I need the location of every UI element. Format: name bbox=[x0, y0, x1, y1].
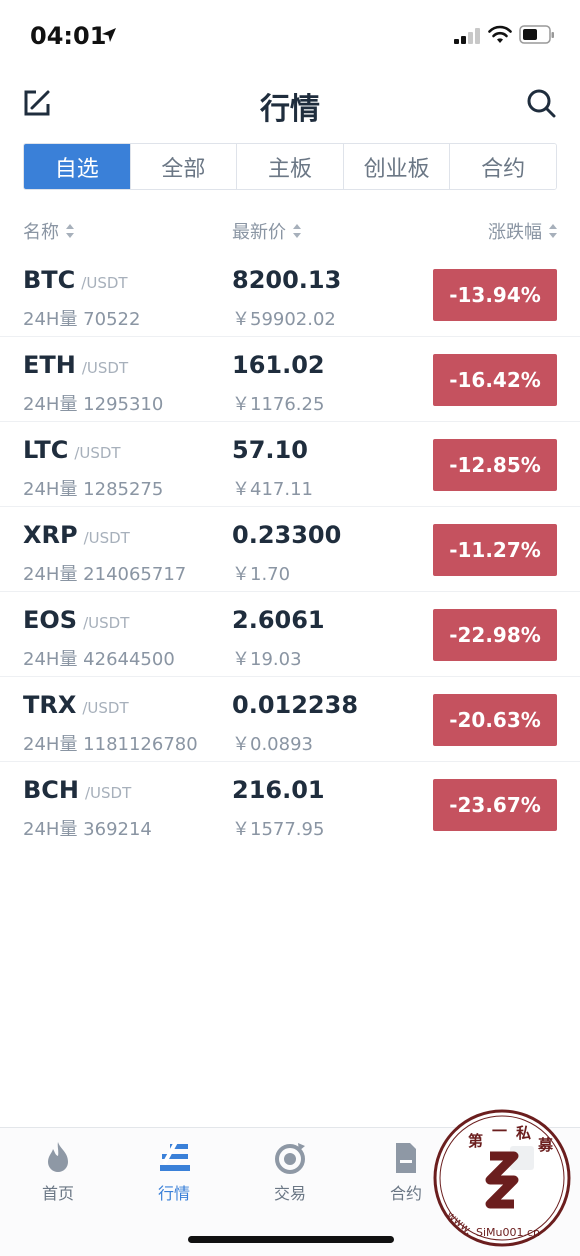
row-change-badge: -22.98% bbox=[433, 609, 557, 661]
sort-icon bbox=[293, 224, 301, 238]
market-row-ltc[interactable]: LTC/USDT 24H量 1285275 57.10 ￥417.11 -12.… bbox=[0, 422, 580, 507]
row-cny-price: ￥1176.25 bbox=[232, 394, 325, 415]
row-cny-price: ￥59902.02 bbox=[232, 309, 336, 330]
row-cny-price: ￥0.0893 bbox=[232, 734, 313, 755]
row-cny-price: ￥19.03 bbox=[232, 649, 302, 670]
row-change-badge: -23.67% bbox=[433, 779, 557, 831]
row-cny-price: ￥417.11 bbox=[232, 479, 313, 500]
status-bar: 04:01 bbox=[0, 0, 580, 70]
row-price: 0.012238 bbox=[232, 691, 359, 719]
market-row-eth[interactable]: ETH/USDT 24H量 1295310 161.02 ￥1176.25 -1… bbox=[0, 337, 580, 422]
row-volume: 24H量 369214 bbox=[23, 819, 152, 840]
row-price: 0.23300 bbox=[232, 521, 342, 549]
tab-contracts[interactable]: 合约 bbox=[449, 144, 556, 189]
row-volume: 24H量 42644500 bbox=[23, 649, 175, 670]
search-icon[interactable] bbox=[526, 88, 556, 118]
battery-icon bbox=[519, 25, 554, 44]
row-symbol: BCH/USDT bbox=[23, 776, 132, 804]
row-cny-price: ￥1.70 bbox=[232, 564, 291, 585]
nav-header: 行情 bbox=[0, 72, 580, 136]
tab-growth-board[interactable]: 创业板 bbox=[342, 144, 450, 189]
sort-by-name[interactable]: 名称 bbox=[23, 218, 75, 244]
row-volume: 24H量 214065717 bbox=[23, 564, 187, 585]
row-price: 8200.13 bbox=[232, 266, 342, 294]
flame-icon bbox=[48, 1142, 68, 1172]
page-title: 行情 bbox=[260, 92, 320, 127]
row-change-badge: -11.27% bbox=[433, 524, 557, 576]
nav-trade[interactable]: 交易 bbox=[232, 1128, 348, 1228]
row-symbol: ETH/USDT bbox=[23, 351, 129, 379]
market-row-eos[interactable]: EOS/USDT 24H量 42644500 2.6061 ￥19.03 -22… bbox=[0, 592, 580, 677]
contract-icon bbox=[396, 1143, 416, 1173]
row-quote-currency: /USDT bbox=[82, 699, 129, 717]
row-change-badge: -12.85% bbox=[433, 439, 557, 491]
svg-text:SiMu001.cn: SiMu001.cn bbox=[476, 1226, 540, 1239]
nav-market-label: 行情 bbox=[157, 1184, 190, 1203]
row-quote-currency: /USDT bbox=[74, 444, 121, 462]
svg-text:私: 私 bbox=[515, 1124, 531, 1142]
row-price: 2.6061 bbox=[232, 606, 325, 634]
row-quote-currency: /USDT bbox=[81, 274, 128, 292]
sort-by-price[interactable]: 最新价 bbox=[232, 218, 302, 244]
row-change-badge: -13.94% bbox=[433, 269, 557, 321]
column-change-label: 涨跌幅 bbox=[488, 222, 542, 243]
row-change-badge: -16.42% bbox=[433, 354, 557, 406]
svg-text:第: 第 bbox=[468, 1132, 483, 1150]
column-name-label: 名称 bbox=[23, 222, 59, 243]
tab-favorites[interactable]: 自选 bbox=[24, 144, 130, 189]
wifi-icon bbox=[488, 25, 512, 43]
market-tabs: 自选 全部 主板 创业板 合约 bbox=[23, 143, 557, 190]
market-row-btc[interactable]: BTC/USDT 24H量 70522 8200.13 ￥59902.02 -1… bbox=[0, 252, 580, 337]
row-volume: 24H量 1181126780 bbox=[23, 734, 198, 755]
row-volume: 24H量 1285275 bbox=[23, 479, 164, 500]
column-price-label: 最新价 bbox=[232, 222, 286, 243]
row-symbol: TRX/USDT bbox=[23, 691, 129, 719]
sort-icon bbox=[549, 224, 557, 238]
row-volume: 24H量 1295310 bbox=[23, 394, 164, 415]
column-headers: 名称 最新价 涨跌幅 bbox=[0, 218, 580, 248]
market-row-bch[interactable]: BCH/USDT 24H量 369214 216.01 ￥1577.95 -23… bbox=[0, 762, 580, 847]
row-volume: 24H量 70522 bbox=[23, 309, 141, 330]
svg-text:募: 募 bbox=[537, 1136, 554, 1154]
market-row-trx[interactable]: TRX/USDT 24H量 1181126780 0.012238 ￥0.089… bbox=[0, 677, 580, 762]
row-symbol: BTC/USDT bbox=[23, 266, 128, 294]
row-change-badge: -20.63% bbox=[433, 694, 557, 746]
row-quote-currency: /USDT bbox=[83, 529, 130, 547]
market-list: BTC/USDT 24H量 70522 8200.13 ￥59902.02 -1… bbox=[0, 252, 580, 847]
exchange-icon bbox=[275, 1143, 305, 1174]
nav-market[interactable]: 行情 bbox=[116, 1128, 232, 1228]
chart-icon bbox=[160, 1141, 190, 1171]
home-indicator[interactable] bbox=[188, 1236, 394, 1243]
sort-by-change[interactable]: 涨跌幅 bbox=[488, 218, 558, 244]
row-symbol: LTC/USDT bbox=[23, 436, 121, 464]
row-price: 161.02 bbox=[232, 351, 325, 379]
row-quote-currency: /USDT bbox=[83, 614, 130, 632]
nav-home[interactable]: 首页 bbox=[0, 1128, 116, 1228]
row-symbol: EOS/USDT bbox=[23, 606, 130, 634]
tab-main-board[interactable]: 主板 bbox=[236, 144, 343, 189]
watermark-seal-logo: 第 一 私 募 www. SiMu001.cn bbox=[433, 1109, 571, 1247]
status-time: 04:01 bbox=[30, 22, 107, 50]
cellular-signal-icon bbox=[454, 28, 480, 44]
tab-all[interactable]: 全部 bbox=[129, 144, 237, 189]
row-cny-price: ￥1577.95 bbox=[232, 819, 325, 840]
sort-icon bbox=[66, 224, 74, 238]
row-quote-currency: /USDT bbox=[81, 359, 129, 377]
market-row-xrp[interactable]: XRP/USDT 24H量 214065717 0.23300 ￥1.70 -1… bbox=[0, 507, 580, 592]
row-symbol: XRP/USDT bbox=[23, 521, 130, 549]
nav-trade-label: 交易 bbox=[273, 1184, 306, 1203]
row-price: 57.10 bbox=[232, 436, 308, 464]
row-quote-currency: /USDT bbox=[85, 784, 132, 802]
location-arrow-icon bbox=[102, 28, 116, 42]
row-price: 216.01 bbox=[232, 776, 325, 804]
svg-text:一: 一 bbox=[492, 1122, 507, 1140]
nav-home-label: 首页 bbox=[41, 1184, 74, 1203]
